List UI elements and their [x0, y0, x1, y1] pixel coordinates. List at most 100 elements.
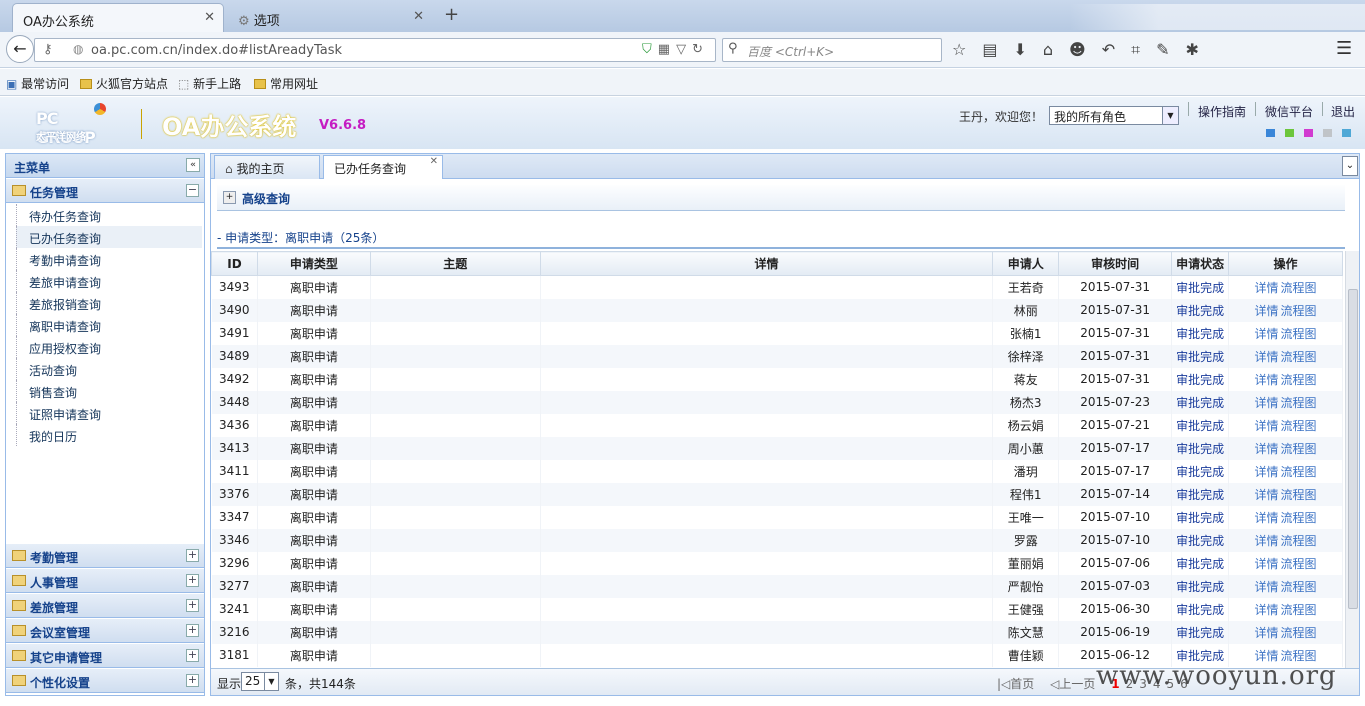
detail-link[interactable]: 详情 [1255, 442, 1279, 456]
table-cell[interactable]: 审批完成 [1171, 482, 1230, 506]
table-row[interactable]: 3346 离职申请 罗露 2015-07-10 审批完成 详情 流程图 [211, 528, 1343, 552]
bookmark-getting-started[interactable]: ⬚ 新手上路 [178, 75, 241, 92]
detail-link[interactable]: 详情 [1255, 373, 1279, 387]
column-header[interactable]: ID [211, 251, 258, 276]
close-icon[interactable]: ✕ [430, 156, 438, 167]
table-cell[interactable]: 审批完成 [1171, 275, 1230, 299]
toolbar-icons[interactable]: ☆▤⬇⌂☻↶⌗✎✱ [952, 40, 1215, 60]
sidebar-section[interactable]: 差旅管理 + [6, 594, 204, 618]
sidebar-item[interactable]: 考勤申请查询 [16, 248, 202, 270]
column-header[interactable]: 操作 [1228, 251, 1343, 276]
close-icon[interactable]: ✕ [413, 9, 424, 24]
theme-swatch-teal[interactable] [1342, 129, 1351, 137]
table-row[interactable]: 3413 离职申请 周小蕙 2015-07-17 审批完成 详情 流程图 [211, 436, 1343, 460]
table-cell[interactable]: 审批完成 [1171, 436, 1230, 460]
flowchart-link[interactable]: 流程图 [1281, 626, 1317, 640]
detail-link[interactable]: 详情 [1255, 488, 1279, 502]
flowchart-link[interactable]: 流程图 [1281, 281, 1317, 295]
sidebar-item[interactable]: 已办任务查询 [16, 226, 202, 248]
column-header[interactable]: 申请人 [992, 251, 1060, 276]
detail-link[interactable]: 详情 [1255, 580, 1279, 594]
flowchart-link[interactable]: 流程图 [1281, 327, 1317, 341]
column-header[interactable]: 申请类型 [256, 251, 371, 276]
plus-icon[interactable]: + [186, 649, 199, 662]
flowchart-link[interactable]: 流程图 [1281, 465, 1317, 479]
detail-link[interactable]: 详情 [1255, 327, 1279, 341]
detail-link[interactable]: 详情 [1255, 281, 1279, 295]
sidebar-item[interactable]: 离职申请查询 [16, 314, 202, 336]
table-row[interactable]: 3241 离职申请 王健强 2015-06-30 审批完成 详情 流程图 [211, 597, 1343, 621]
table-row[interactable]: 3436 离职申请 杨云娟 2015-07-21 审批完成 详情 流程图 [211, 413, 1343, 437]
table-row[interactable]: 3489 离职申请 徐梓泽 2015-07-31 审批完成 详情 流程图 [211, 344, 1343, 368]
sidebar-section[interactable]: 其它申请管理 + [6, 644, 204, 668]
role-select[interactable]: 我的所有角色 ▼ [1049, 106, 1179, 125]
table-row[interactable]: 3448 离职申请 杨杰3 2015-07-23 审批完成 详情 流程图 [211, 390, 1343, 414]
table-cell[interactable]: 审批完成 [1171, 321, 1230, 345]
url-bar[interactable]: ⚷ ◍ oa.pc.com.cn/index.do#listAreadyTask… [34, 38, 716, 62]
minus-icon[interactable]: − [186, 184, 199, 197]
table-cell[interactable]: 审批完成 [1171, 597, 1230, 621]
close-icon[interactable]: ✕ [204, 10, 215, 25]
sidebar-section[interactable]: 会议室管理 + [6, 619, 204, 643]
advanced-search-bar[interactable]: + 高级查询 [217, 185, 1345, 211]
sidebar-item[interactable]: 待办任务查询 [16, 204, 202, 226]
table-row[interactable]: 3491 离职申请 张楠1 2015-07-31 审批完成 详情 流程图 [211, 321, 1343, 345]
flowchart-link[interactable]: 流程图 [1281, 304, 1317, 318]
flowchart-link[interactable]: 流程图 [1281, 603, 1317, 617]
flowchart-link[interactable]: 流程图 [1281, 557, 1317, 571]
table-row[interactable]: 3376 离职申请 程伟1 2015-07-14 审批完成 详情 流程图 [211, 482, 1343, 506]
table-cell[interactable]: 审批完成 [1171, 367, 1230, 391]
flowchart-link[interactable]: 流程图 [1281, 396, 1317, 410]
sidebar-item[interactable]: 销售查询 [16, 380, 202, 402]
detail-link[interactable]: 详情 [1255, 534, 1279, 548]
wechat-link[interactable]: 微信平台 [1265, 103, 1313, 120]
table-row[interactable]: 3411 离职申请 潘玥 2015-07-17 审批完成 详情 流程图 [211, 459, 1343, 483]
sidebar-section-tasks[interactable]: 任务管理 − [6, 179, 204, 203]
plus-icon[interactable]: + [223, 191, 236, 204]
plus-icon[interactable]: + [186, 574, 199, 587]
table-cell[interactable]: 审批完成 [1171, 459, 1230, 483]
collapse-icon[interactable]: « [186, 158, 200, 172]
browser-tab-oa[interactable]: OA办公系统 ✕ [12, 3, 224, 32]
browser-tab-options[interactable]: ⚙ 选项 ✕ [228, 3, 432, 32]
plus-icon[interactable]: + [186, 624, 199, 637]
detail-link[interactable]: 详情 [1255, 511, 1279, 525]
table-cell[interactable]: 审批完成 [1171, 505, 1230, 529]
table-row[interactable]: 3296 离职申请 董丽娟 2015-07-06 审批完成 详情 流程图 [211, 551, 1343, 575]
sidebar-item[interactable]: 差旅申请查询 [16, 270, 202, 292]
sidebar-item[interactable]: 活动查询 [16, 358, 202, 380]
flowchart-link[interactable]: 流程图 [1281, 534, 1317, 548]
plus-icon[interactable]: + [186, 674, 199, 687]
sidebar-item[interactable]: 差旅报销查询 [16, 292, 202, 314]
detail-link[interactable]: 详情 [1255, 350, 1279, 364]
sidebar-item[interactable]: 证照申请查询 [16, 402, 202, 424]
table-cell[interactable]: 审批完成 [1171, 528, 1230, 552]
bookmark-most-visited[interactable]: ▣ 最常访问 [6, 75, 69, 92]
flowchart-link[interactable]: 流程图 [1281, 580, 1317, 594]
detail-link[interactable]: 详情 [1255, 465, 1279, 479]
sidebar-section[interactable]: 考勤管理 + [6, 544, 204, 568]
table-cell[interactable]: 审批完成 [1171, 574, 1230, 598]
prev-page-button[interactable]: ◁上一页 [1050, 677, 1101, 691]
detail-link[interactable]: 详情 [1255, 396, 1279, 410]
sidebar-section[interactable]: 人事管理 + [6, 569, 204, 593]
detail-link[interactable]: 详情 [1255, 626, 1279, 640]
flowchart-link[interactable]: 流程图 [1281, 511, 1317, 525]
column-header[interactable]: 审核时间 [1058, 251, 1173, 276]
flowchart-link[interactable]: 流程图 [1281, 373, 1317, 387]
url-bar-icons[interactable]: ⛉▦▽↻ [642, 42, 709, 57]
detail-link[interactable]: 详情 [1255, 603, 1279, 617]
table-row[interactable]: 3492 离职申请 蒋友 2015-07-31 审批完成 详情 流程图 [211, 367, 1343, 391]
tab-done-tasks[interactable]: 已办任务查询 ✕ [323, 155, 443, 179]
sidebar-item[interactable]: 应用授权查询 [16, 336, 202, 358]
advanced-search-link[interactable]: 高级查询 [242, 190, 290, 207]
bookmark-firefox[interactable]: 火狐官方站点 [80, 75, 168, 92]
tab-scroll-down-icon[interactable]: ⌄ [1342, 156, 1358, 176]
flowchart-link[interactable]: 流程图 [1281, 442, 1317, 456]
chevron-down-icon[interactable]: ▼ [264, 673, 278, 690]
theme-swatch-green[interactable] [1285, 129, 1294, 137]
new-tab-button[interactable]: + [444, 4, 459, 25]
detail-link[interactable]: 详情 [1255, 557, 1279, 571]
tab-home[interactable]: ⌂ 我的主页 [214, 155, 320, 179]
detail-link[interactable]: 详情 [1255, 419, 1279, 433]
